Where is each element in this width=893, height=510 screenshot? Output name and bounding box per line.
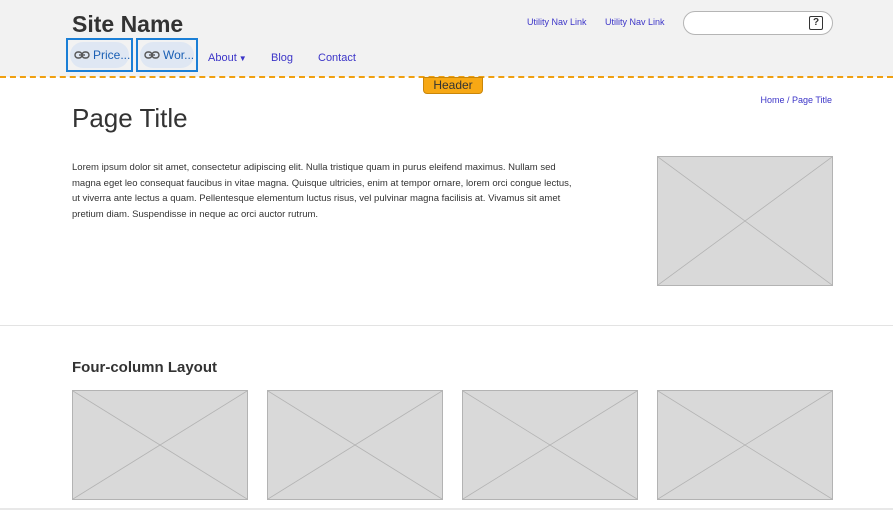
nav-about[interactable]: About ▼	[208, 52, 247, 64]
section-title: Four-column Layout	[72, 359, 217, 376]
help-icon[interactable]: ?	[809, 16, 823, 30]
site-header: Site Name Utility Nav Link Utility Nav L…	[0, 0, 893, 77]
link-icon	[74, 51, 90, 59]
placeholder-cross-icon	[658, 157, 832, 285]
section-divider	[0, 325, 893, 326]
breadcrumb[interactable]: Home / Page Title	[760, 95, 832, 105]
column-1-image-placeholder	[72, 390, 248, 500]
link-icon	[144, 51, 160, 59]
placeholder-cross-icon	[658, 391, 832, 499]
placeholder-cross-icon	[463, 391, 637, 499]
header-tag: Header	[423, 77, 483, 94]
image-placeholder-main	[657, 156, 833, 286]
nav-blog[interactable]: Blog	[271, 52, 293, 64]
search-input[interactable]: ?	[683, 11, 833, 35]
column-2-image-placeholder	[267, 390, 443, 500]
link-chip-price[interactable]: Price...	[66, 38, 133, 72]
link-chip-wor[interactable]: Wor...	[136, 38, 198, 72]
page-title: Page Title	[72, 103, 188, 133]
utility-nav-link-2[interactable]: Utility Nav Link	[605, 17, 665, 27]
nav-about-label: About	[208, 52, 237, 64]
body-text: Lorem ipsum dolor sit amet, consectetur …	[72, 162, 572, 221]
placeholder-cross-icon	[73, 391, 247, 499]
placeholder-cross-icon	[268, 391, 442, 499]
nav-contact[interactable]: Contact	[318, 52, 356, 64]
column-4-image-placeholder	[657, 390, 833, 500]
utility-nav-link-1[interactable]: Utility Nav Link	[527, 17, 587, 27]
link-chip-label: Wor...	[163, 48, 195, 62]
column-3-image-placeholder	[462, 390, 638, 500]
link-chip-label: Price...	[93, 48, 131, 62]
caret-down-icon: ▼	[238, 54, 247, 63]
site-name[interactable]: Site Name	[72, 11, 183, 38]
